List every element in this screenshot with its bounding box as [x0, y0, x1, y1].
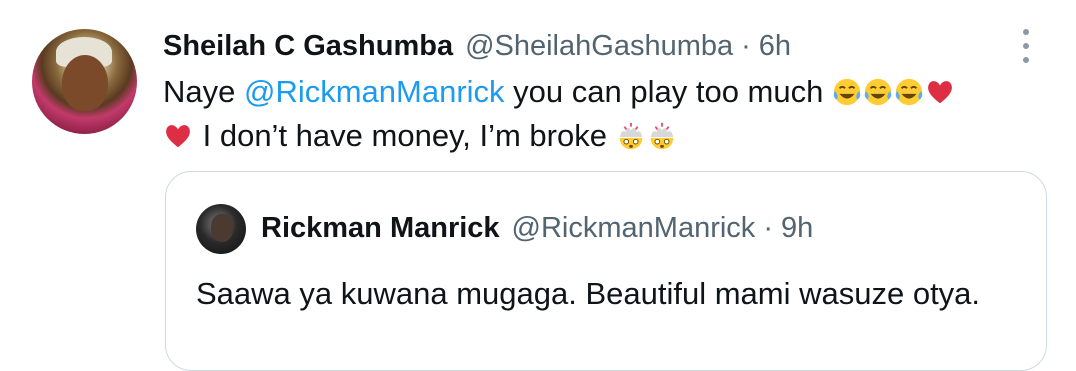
more-options-icon[interactable] [1018, 26, 1034, 66]
quoted-tweet-card[interactable]: Rickman Manrick @RickmanManrick · 9h Saa… [165, 171, 1047, 371]
author-avatar[interactable] [32, 29, 137, 134]
face-with-tears-of-joy-icon [895, 78, 923, 106]
tweet-text-part1: Naye [163, 74, 244, 109]
tweet-timestamp[interactable]: 6h [759, 30, 791, 63]
quoted-author-handle: @RickmanManrick [511, 211, 756, 244]
separator-dot: · [741, 29, 751, 62]
tweet-header: Sheilah C Gashumba @SheilahGashumba · 6h [163, 26, 791, 66]
quoted-tweet-text: Saawa ya kuwana mugaga. Beautiful mami w… [196, 276, 981, 311]
avatar-face [211, 214, 233, 242]
mention-link[interactable]: @RickmanManrick [244, 74, 505, 109]
red-heart-icon [928, 81, 952, 104]
tweet-text-part3: I don’t have money, I’m broke [194, 118, 616, 153]
tweet-text: Naye @RickmanManrick you can play too mu… [163, 70, 1053, 158]
quoted-tweet-timestamp: 9h [780, 211, 814, 244]
author-display-name[interactable]: Sheilah C Gashumba [163, 30, 453, 63]
face-with-tears-of-joy-icon [864, 78, 892, 106]
exploding-head-icon [650, 122, 673, 150]
separator-dot: · [763, 211, 773, 244]
author-handle[interactable]: @SheilahGashumba [465, 30, 733, 63]
red-heart-icon [166, 125, 190, 148]
exploding-head-icon [619, 122, 642, 150]
quoted-author-display-name: Rickman Manrick [261, 211, 500, 244]
avatar-face [62, 55, 108, 111]
more-dot [1023, 43, 1029, 49]
more-dot [1023, 57, 1029, 63]
face-with-tears-of-joy-icon [833, 78, 861, 106]
quoted-author-avatar [196, 204, 246, 254]
more-dot [1023, 29, 1029, 35]
tweet-text-part2: you can play too much [504, 74, 832, 109]
quoted-tweet-header: Rickman Manrick @RickmanManrick · 9h [261, 208, 813, 248]
